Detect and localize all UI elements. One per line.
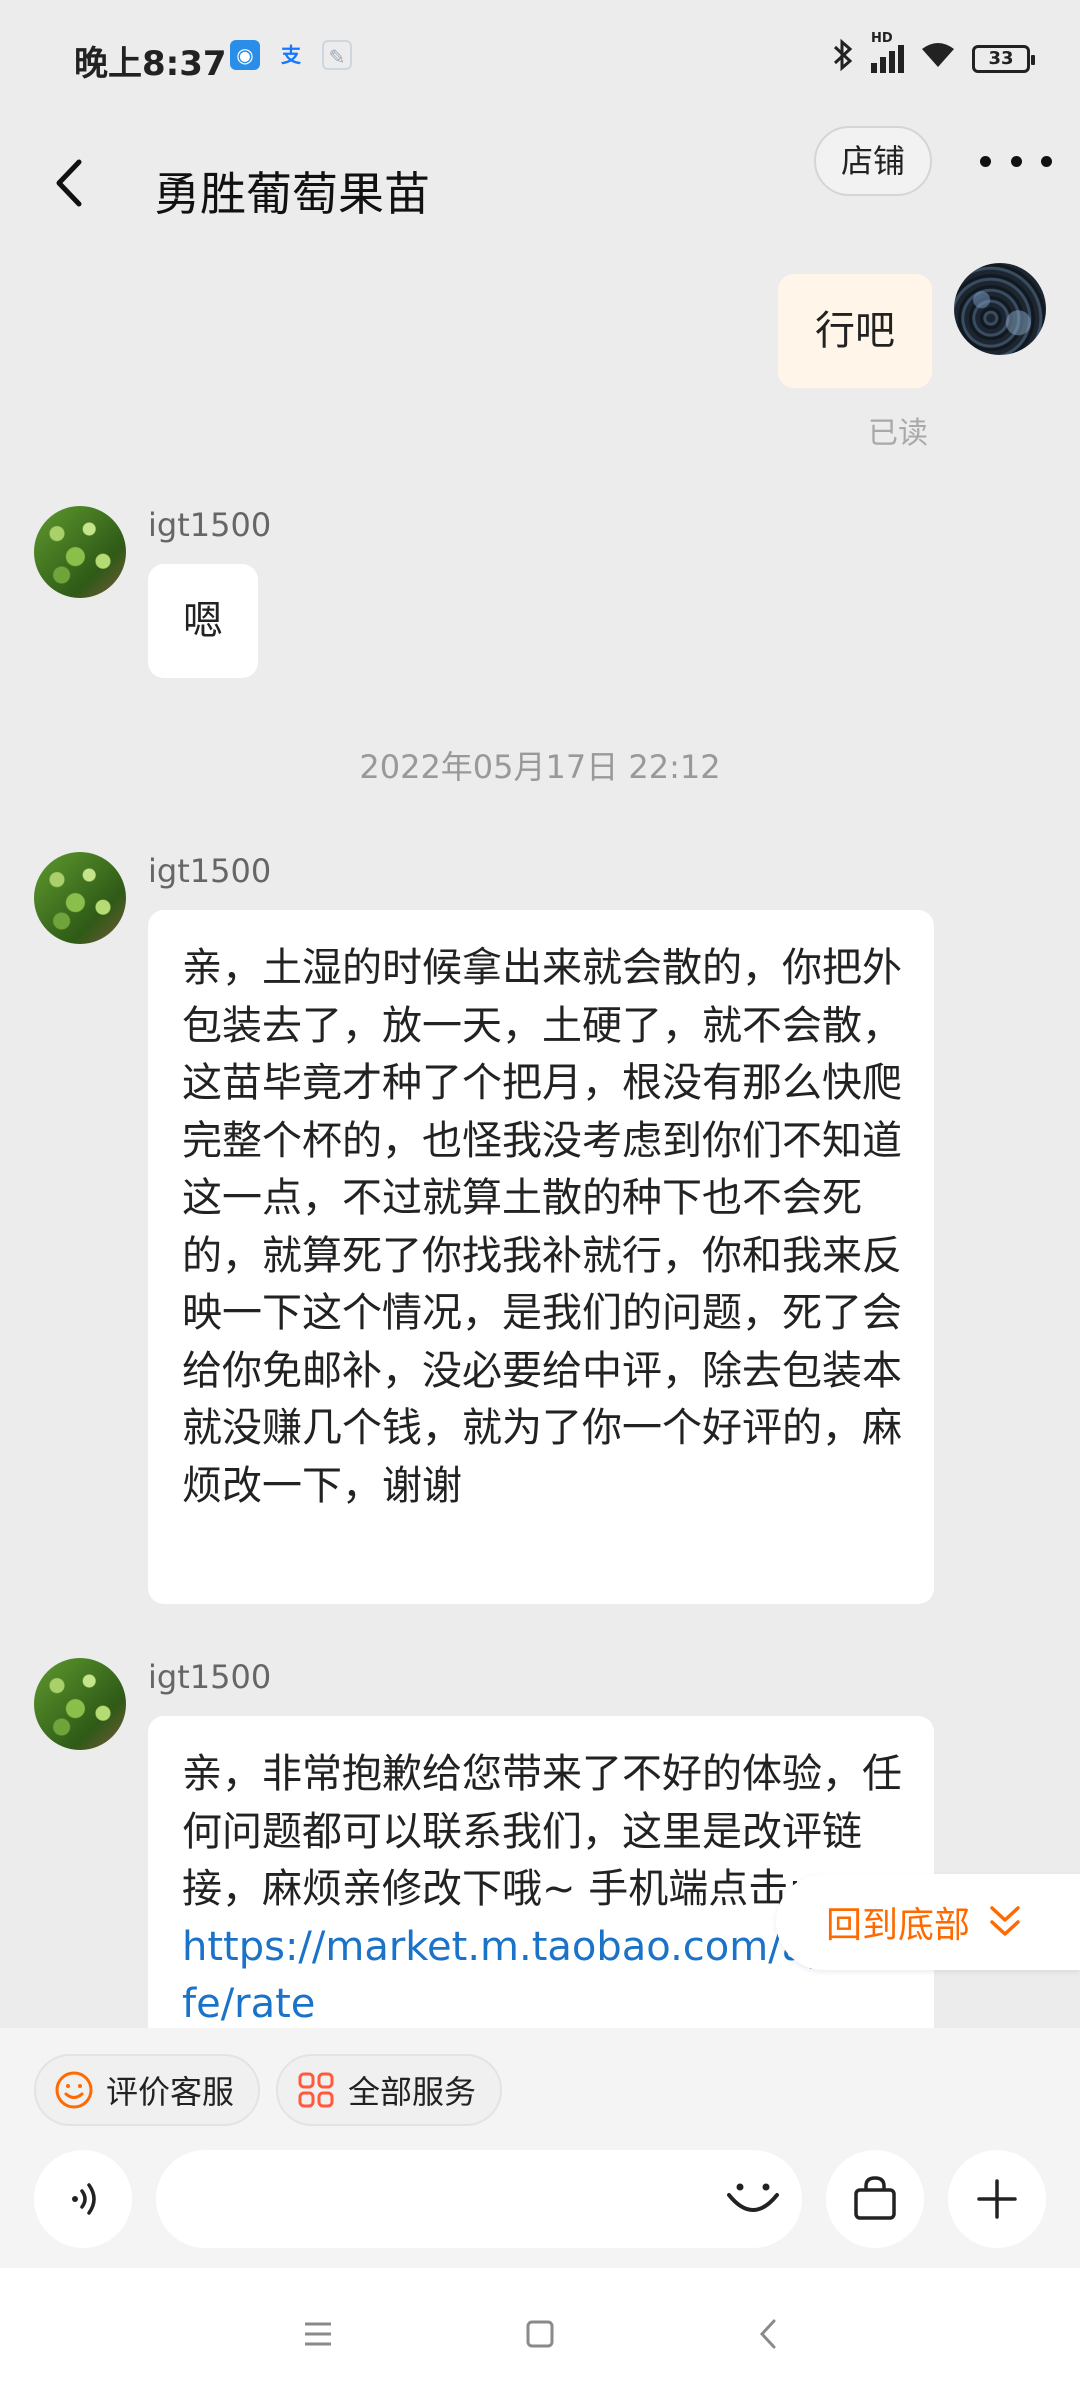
chat-toolbar: 评价客服 全部服务 [0,2028,1080,2268]
read-status: 已读 [868,416,928,451]
menu-icon [305,2322,331,2346]
rate-service-label: 评价客服 [106,2073,235,2111]
more-button[interactable] [980,138,1052,184]
all-services-button[interactable]: 全部服务 [276,2054,503,2126]
emoji-icon [727,2183,779,2212]
input-row [0,2150,1080,2250]
rate-service-button[interactable]: 评价客服 [34,2054,261,2126]
signal-icon: HD [871,31,904,73]
back-button[interactable] [40,138,96,228]
quick-actions: 评价客服 全部服务 [34,2054,503,2126]
bluetooth-icon [831,38,855,79]
seller-avatar[interactable] [34,852,126,944]
back-arrow-icon [56,159,82,207]
status-app-icons: ◉ 支 ✎ [230,40,352,70]
message-timestamp: 2022年05月17日 22:12 [359,748,721,786]
alipay-icon: 支 [281,43,301,67]
chevron-double-down-icon [990,1906,1020,1936]
product-button[interactable] [826,2150,924,2248]
nav-menu-button[interactable] [296,2312,340,2356]
notification-app-icon: ◉ [230,40,260,70]
chat-header: 勇胜葡萄果苗 店铺 [0,118,1080,258]
voice-icon [72,2183,96,2215]
nav-back-icon [759,2319,776,2349]
emoji-button[interactable] [718,2164,788,2234]
nav-back-button[interactable] [746,2312,790,2356]
sender-name: igt1500 [148,852,272,890]
message-input[interactable] [156,2150,802,2248]
message-bubble[interactable]: 亲，非常抱歉给您带来了不好的体验，任何问题都可以联系我们，这里是改评链接，麻烦亲… [148,1716,966,2028]
nav-home-button[interactable] [518,2312,562,2356]
sender-name: igt1500 [148,1658,272,1696]
store-button[interactable]: 店铺 [814,126,932,196]
message-text: 亲，土湿的时候拿出来就会散的，你把外包装去了，放一天，土硬了，就不会散，这苗毕竟… [182,945,902,1509]
status-indicators: HD 33 [831,31,1035,79]
grid-icon [298,2072,334,2108]
battery-icon: 33 [972,44,1035,73]
home-icon [526,2320,554,2348]
feather-icon: ✎ [322,40,352,70]
my-avatar[interactable] [954,263,1046,355]
back-to-bottom-label: 回到底部 [826,1905,971,1946]
sender-name: igt1500 [148,506,272,544]
more-actions-button[interactable] [948,2150,1046,2248]
wifi-icon [920,41,956,76]
seller-avatar[interactable] [34,1658,126,1750]
status-bar: 晚上8:37 ◉ 支 ✎ HD 33 [0,0,1080,118]
network-type: HD [871,30,893,46]
message-bubble[interactable]: 嗯 [148,564,258,678]
message-bubble[interactable]: 亲，土湿的时候拿出来就会散的，你把外包装去了，放一天，土硬了，就不会散，这苗毕竟… [148,910,934,1604]
plus-icon [977,2179,1017,2219]
back-to-bottom-button[interactable]: 回到底部 [776,1874,1080,1970]
status-time: 晚上8:37 [74,44,227,84]
bag-icon [854,2176,896,2220]
seller-avatar[interactable] [34,506,126,598]
voice-button[interactable] [34,2150,132,2248]
smile-icon [55,2071,93,2109]
message-list[interactable]: 行吧 已读 igt1500 嗯 2022年05月17日 22:12 igt150… [0,258,1080,2028]
more-icon [980,155,991,167]
all-services-label: 全部服务 [348,2073,477,2111]
message-bubble-mine[interactable]: 行吧 [778,274,932,388]
chat-title: 勇胜葡萄果苗 [154,167,430,221]
system-nav-bar [0,2268,1080,2400]
